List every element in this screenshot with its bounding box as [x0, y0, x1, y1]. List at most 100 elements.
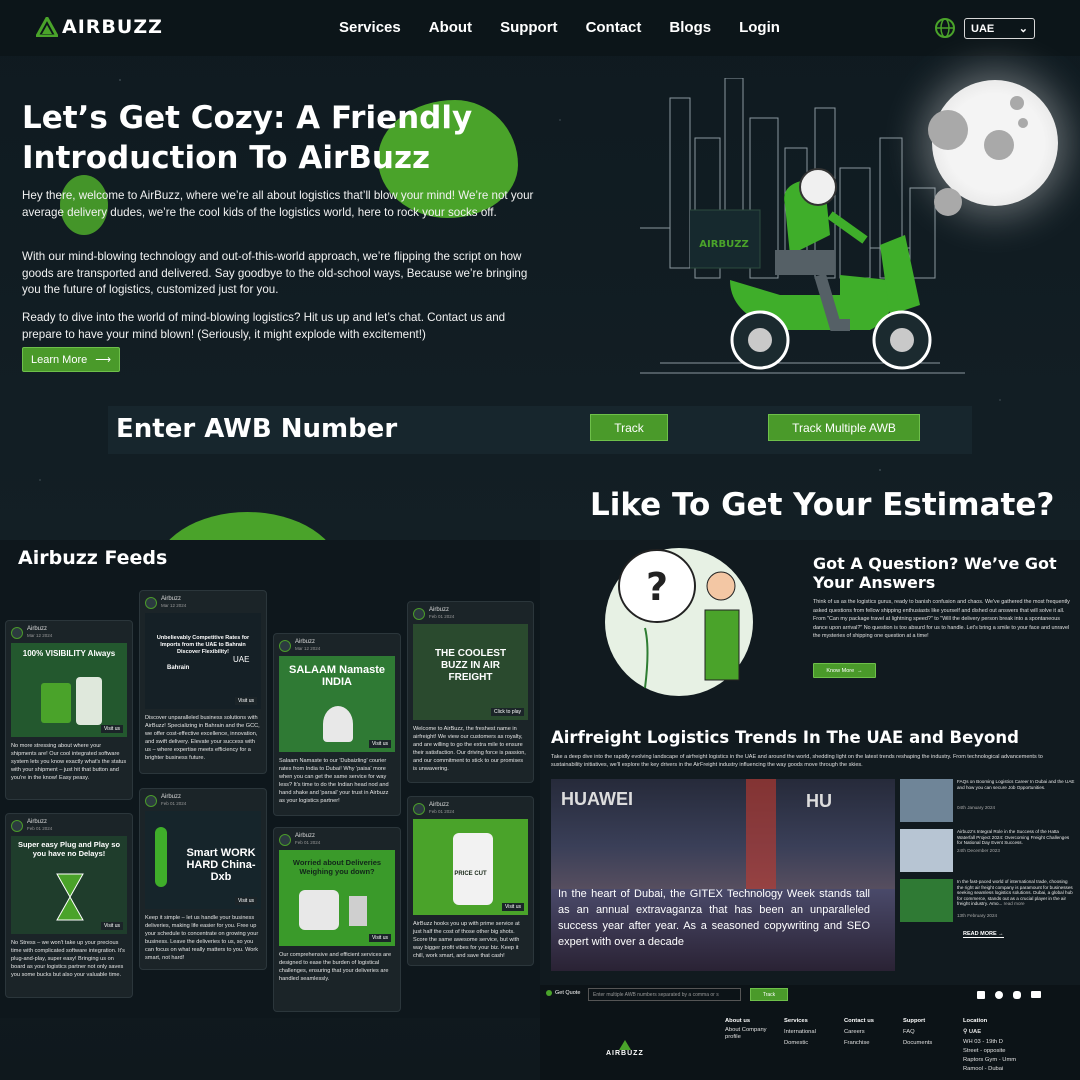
feed-card[interactable]: Airbuzz Mar 12 2024 Unbelievably Competit…: [139, 590, 267, 774]
hero-paragraph: Hey there, welcome to AirBuzz, where we’…: [22, 189, 534, 219]
card-date: Feb 01 2024: [429, 614, 455, 619]
track-multiple-awb-button[interactable]: Track Multiple AWB: [768, 414, 920, 441]
nav-blogs[interactable]: Blogs: [669, 19, 711, 36]
know-more-button[interactable]: Know More →: [813, 663, 876, 678]
nav-about[interactable]: About: [429, 19, 472, 36]
card-author: Airbuzz: [27, 626, 48, 632]
location-country: ⚲ UAE: [963, 1029, 982, 1035]
visit-us-label: Visit us: [234, 897, 257, 905]
know-more-label: Know More: [826, 667, 855, 674]
nav-login[interactable]: Login: [739, 19, 780, 36]
feed-image: 100% VISIBILITY Always Visit us: [11, 643, 127, 737]
region-select[interactable]: UAE ⌄: [964, 18, 1035, 39]
avatar: [11, 626, 23, 639]
brand-logo[interactable]: AIRBUZZ: [36, 16, 163, 38]
feed-image-label: UAE: [233, 655, 250, 664]
footer-heading: Contact us: [844, 1018, 874, 1024]
avatar: [145, 596, 157, 609]
news-date: 04th January 2024: [957, 805, 996, 810]
hero-paragraph: With our mind-blowing technology and out…: [22, 250, 528, 296]
instagram-icon[interactable]: [1013, 991, 1021, 999]
track-button[interactable]: Track: [590, 414, 668, 441]
feed-image-text: THE COOLEST BUZZ IN AIR FREIGHT: [434, 648, 507, 683]
card-author: Airbuzz: [429, 607, 450, 613]
quote-icon: [546, 990, 552, 996]
footer-track-button[interactable]: Track: [750, 988, 788, 1001]
globe-icon[interactable]: [934, 17, 956, 39]
hero-title: Let’s Get Cozy: A Friendly Introduction …: [22, 100, 473, 176]
avatar: [11, 819, 23, 832]
visit-us-label: Visit us: [100, 922, 123, 930]
card-text: Discover unparalleled business solutions…: [145, 715, 260, 761]
multi-awb-input[interactable]: Enter multiple AWB numbers separated by …: [588, 988, 741, 1001]
footer-link[interactable]: Domestic: [784, 1038, 816, 1049]
news-thumbnail: [900, 879, 953, 922]
feed-card[interactable]: Airbuzz Mar 12 2024 100% VISIBILITY Alway…: [5, 620, 133, 800]
feed-card[interactable]: Airbuzz Mar 12 2024 SALAAM Namaste INDIA …: [273, 633, 401, 816]
avatar: [279, 833, 291, 846]
news-item[interactable]: Airbuzz's Integral Role in the Success o…: [900, 829, 1075, 873]
feed-card[interactable]: Airbuzz Feb 01 2024 Smart WORK HARD China…: [139, 788, 267, 970]
visit-us-label: Visit us: [234, 697, 257, 705]
trends-text: Take a deep dive into the rapidly evolvi…: [551, 754, 1043, 768]
footer-heading: Services: [784, 1018, 808, 1024]
image-sign-text: HUAWEI: [561, 789, 633, 809]
read-more-link[interactable]: read more: [1004, 901, 1025, 906]
card-author: Airbuzz: [295, 639, 316, 645]
footer-link[interactable]: International: [784, 1027, 816, 1038]
footer-link[interactable]: Documents: [903, 1038, 932, 1049]
brand-name: AIRBUZZ: [62, 16, 163, 38]
feed-image-label: Bahrain: [167, 665, 190, 671]
feed-image: PRICE CUT Visit us: [413, 819, 528, 915]
avatar: [279, 639, 291, 652]
news-item[interactable]: FAQs on Booming Logistics Career In Duba…: [900, 779, 1075, 823]
feed-card[interactable]: Airbuzz Feb 01 2024 Super easy Plug and P…: [5, 813, 133, 998]
get-quote[interactable]: Get Quote: [546, 990, 580, 996]
region-value: UAE: [971, 22, 995, 35]
awb-label: Enter AWB Number: [116, 414, 398, 444]
card-text: Our comprehensive and efficient services…: [279, 952, 392, 982]
youtube-icon[interactable]: [1031, 991, 1041, 998]
card-author: Airbuzz: [295, 833, 316, 839]
card-text: AirBuzz hooks you up with prime service …: [413, 921, 520, 959]
footer-col-services: Services International Domestic: [784, 1016, 816, 1049]
click-to-play-label[interactable]: Click to play: [491, 708, 524, 716]
visit-us-label: Visit us: [100, 725, 123, 733]
feed-image-text: Unbelievably Competitive Rates for Impor…: [156, 635, 250, 655]
card-text: No Stress – we won't take up your precio…: [11, 940, 125, 978]
learn-more-button[interactable]: Learn More ⟶: [22, 347, 120, 372]
footer-col-support: Support FAQ Documents: [903, 1016, 932, 1049]
footer-link[interactable]: FAQ: [903, 1027, 932, 1038]
card-date: Feb 01 2024: [161, 801, 187, 806]
avatar: [413, 802, 425, 815]
arrow-right-icon: ⟶: [95, 354, 112, 366]
card-date: Mar 12 2024: [27, 633, 53, 638]
feed-card[interactable]: Airbuzz Feb 01 2024 THE COOLEST BUZZ IN A…: [407, 601, 534, 783]
nav-contact[interactable]: Contact: [586, 19, 642, 36]
feed-image: Worried about Deliveries Weighing you do…: [279, 850, 395, 946]
feed-image: Smart WORK HARD China-Dxb Visit us: [145, 811, 261, 909]
read-more-button[interactable]: READ MORE →: [963, 931, 1004, 938]
card-text: Welcome to AirBuzz, the freshest name in…: [413, 726, 526, 772]
footer-link[interactable]: About Company profile: [725, 1027, 780, 1041]
footer-heading: Support: [903, 1018, 926, 1024]
footer-link[interactable]: Careers: [844, 1027, 874, 1038]
footer-col-contact: Contact us Careers Franchise: [844, 1016, 874, 1049]
nav-support[interactable]: Support: [500, 19, 558, 36]
footer-link[interactable]: Franchise: [844, 1038, 874, 1049]
news-item[interactable]: In the fast-paced world of international…: [900, 879, 1075, 924]
nav-services[interactable]: Services: [339, 19, 401, 36]
linkedin-icon[interactable]: [977, 991, 985, 999]
feed-card[interactable]: Airbuzz Feb 01 2024 PRICE CUT Visit us Ai…: [407, 796, 534, 966]
feed-image: Super easy Plug and Play so you have no …: [11, 836, 127, 934]
avatar: [413, 607, 425, 620]
nav-links: Services About Support Contact Blogs Log…: [339, 19, 780, 36]
facebook-icon[interactable]: [995, 991, 1003, 999]
feed-image-text: Worried about Deliveries Weighing you do…: [292, 858, 382, 876]
footer-col-location: Location ⚲ UAE WH 03 - 19th D Street - o…: [963, 1016, 1018, 1074]
get-quote-label: Get Quote: [555, 990, 581, 996]
feed-card[interactable]: Airbuzz Feb 01 2024 Worried about Deliver…: [273, 827, 401, 1012]
feed-image-text: Super easy Plug and Play so you have no …: [17, 840, 121, 858]
footer-logo[interactable]: AIRBUZZ: [606, 1040, 644, 1057]
feed-image: Unbelievably Competitive Rates for Impor…: [145, 613, 261, 709]
